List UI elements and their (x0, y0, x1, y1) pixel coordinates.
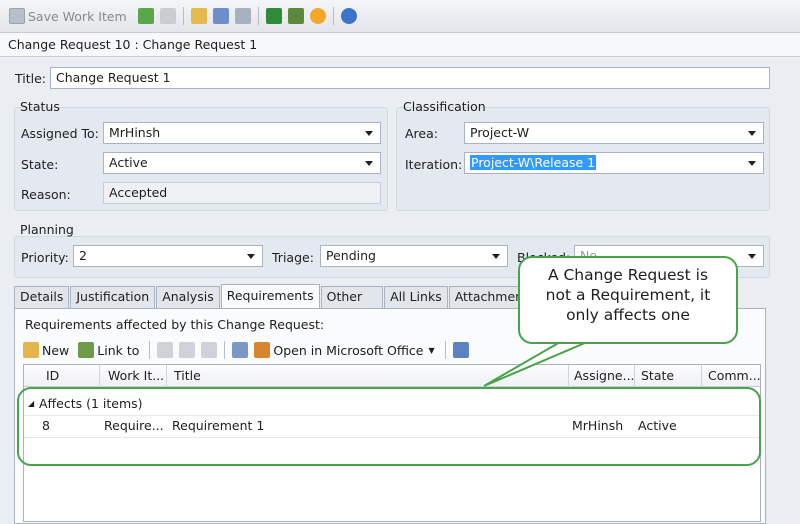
excel-icon[interactable] (265, 8, 282, 24)
copy-icon[interactable] (232, 342, 249, 358)
tab-justification[interactable]: Justification (70, 286, 156, 308)
callout-line-3: only affects one (566, 306, 690, 324)
planning-heading: Planning (20, 222, 74, 237)
toolbar-separator (332, 7, 334, 25)
outlook-icon[interactable] (309, 8, 326, 24)
open-icon[interactable] (157, 342, 174, 358)
classification-heading: Classification (403, 99, 486, 114)
toolbar-separator (224, 341, 226, 359)
reason-label: Reason: (21, 187, 71, 202)
column-header-work-item-type[interactable]: Work It... (108, 368, 164, 383)
web-access-icon[interactable] (340, 8, 357, 24)
column-header-comment[interactable]: Comm... (708, 368, 761, 383)
link-icon (78, 342, 95, 358)
status-heading: Status (20, 99, 60, 114)
refresh-icon[interactable] (137, 8, 154, 24)
new-link-label: New (42, 342, 70, 358)
column-header-assigned-to[interactable]: Assigne... (574, 368, 635, 383)
delete-link-icon[interactable] (201, 342, 218, 358)
work-item-tabs: Details Justification Analysis Requireme… (14, 284, 542, 308)
column-divider (701, 365, 702, 387)
column-header-state[interactable]: State (641, 368, 674, 383)
work-item-toolbar: Save Work Item (0, 0, 800, 33)
new-link-button[interactable]: New (23, 342, 69, 358)
column-header-title[interactable]: Title (174, 368, 201, 383)
toolbar-separator (257, 7, 259, 25)
tab-analysis[interactable]: Analysis (156, 286, 220, 308)
title-input[interactable]: Change Request 1 (50, 67, 770, 89)
iteration-label: Iteration: (405, 157, 463, 172)
work-item-title-bar: Change Request 10 : Change Request 1 (0, 33, 800, 57)
new-work-item-icon (23, 342, 39, 358)
save-icon (9, 8, 25, 24)
column-divider (166, 365, 167, 387)
area-label: Area: (405, 126, 438, 141)
office-icon (254, 342, 271, 358)
copy-work-item-icon[interactable] (190, 8, 207, 24)
open-in-office-label: Open in Microsoft Office (273, 342, 424, 358)
link-icon[interactable] (234, 8, 251, 24)
toolbar-separator (149, 341, 151, 359)
requirements-caption: Requirements affected by this Change Req… (25, 317, 325, 332)
priority-dropdown[interactable]: 2 (73, 245, 263, 267)
column-header-id[interactable]: ID (46, 368, 59, 383)
reason-field: Accepted (103, 182, 381, 204)
grid-header: ID Work It... Title Assigne... State Com… (24, 365, 761, 387)
callout-line-1: A Change Request is (547, 266, 709, 284)
save-work-item-button[interactable]: Save Work Item (6, 8, 127, 24)
link-to-button[interactable]: Link to (75, 342, 139, 358)
chevron-down-icon: ▼ (428, 345, 435, 355)
open-in-office-button[interactable]: Open in Microsoft Office ▼ (251, 342, 435, 358)
column-divider (634, 365, 635, 387)
window-title: Change Request 10 : Change Request 1 (8, 37, 258, 52)
state-dropdown[interactable]: Active (103, 152, 381, 174)
project-icon[interactable] (287, 8, 304, 24)
link-to-label: Link to (97, 342, 140, 358)
assigned-to-dropdown[interactable]: MrHinsh (103, 122, 381, 144)
area-dropdown[interactable]: Project-W (464, 122, 764, 144)
tab-details[interactable]: Details (14, 286, 70, 308)
triage-dropdown[interactable]: Pending (320, 245, 508, 267)
toolbar-separator (444, 341, 446, 359)
assigned-to-label: Assigned To: (21, 126, 99, 141)
column-options-icon[interactable] (452, 342, 469, 358)
state-label: State: (21, 157, 59, 172)
title-label: Title: (15, 71, 46, 86)
tab-other[interactable]: Other (320, 286, 384, 308)
iteration-dropdown[interactable]: Project-W\Release 1 (464, 152, 764, 174)
undo-icon[interactable] (159, 8, 176, 24)
save-work-item-label: Save Work Item (28, 8, 127, 24)
column-divider (568, 365, 569, 387)
priority-label: Priority: (21, 250, 69, 265)
annotation-callout: A Change Request is not a Requirement, i… (518, 256, 738, 344)
column-divider (99, 365, 100, 387)
iteration-selected-text: Project-W\Release 1 (470, 155, 597, 170)
links-toolbar: New Link to Open in Microsoft Office ▼ (23, 339, 472, 361)
callout-line-2: not a Requirement, it (545, 286, 711, 304)
triage-label: Triage: (272, 250, 314, 265)
toolbar-separator (182, 7, 184, 25)
new-linked-work-item-icon[interactable] (212, 8, 229, 24)
tab-requirements[interactable]: Requirements (220, 284, 320, 308)
tab-all-links[interactable]: All Links (384, 286, 448, 308)
edit-link-icon[interactable] (179, 342, 196, 358)
highlight-outline (17, 387, 761, 466)
